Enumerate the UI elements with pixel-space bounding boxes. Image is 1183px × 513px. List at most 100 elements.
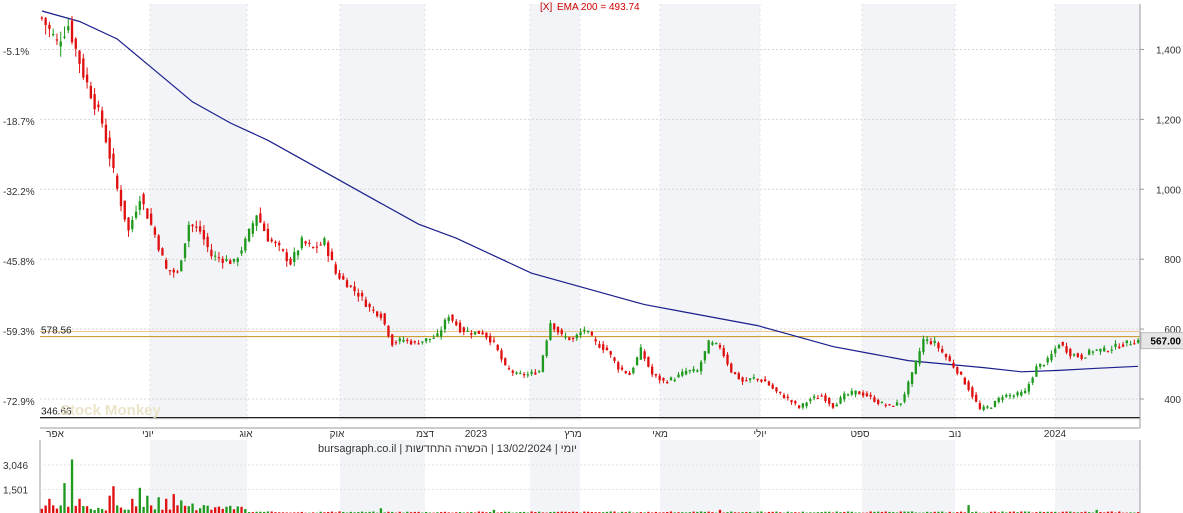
candle-body [545, 340, 548, 356]
candle-body [861, 392, 865, 396]
candle-body [899, 403, 902, 405]
candle-body [586, 330, 590, 333]
candle-body [44, 17, 47, 25]
y-right-tick-label: 800 [1164, 255, 1181, 266]
candle-body [1054, 348, 1057, 354]
candle-body [1039, 363, 1042, 367]
x-tick-label: מרץ [564, 429, 581, 440]
candle-body [537, 371, 541, 373]
candle-body [259, 213, 262, 223]
volume-bar [168, 509, 172, 513]
candle-body [553, 323, 556, 330]
volume-band [1055, 440, 1140, 513]
candle-body [278, 242, 281, 246]
candle-body [530, 371, 533, 374]
candle-body [756, 378, 759, 381]
volume-band [862, 440, 955, 513]
candle-body [462, 327, 465, 332]
candle-body [345, 280, 349, 288]
candle-body [647, 356, 650, 367]
candle-body [726, 354, 729, 365]
candle-body [274, 241, 277, 244]
candle-body [289, 258, 292, 265]
candle-body [247, 228, 251, 242]
volume-bar [85, 506, 89, 513]
candle-body [696, 370, 699, 372]
candle-body [895, 402, 899, 406]
candle-body [1001, 397, 1004, 400]
candle-body [319, 244, 322, 246]
volume-bar [172, 494, 175, 513]
candle-body [1069, 348, 1072, 357]
volume-bar [244, 509, 247, 513]
candle-body [131, 219, 134, 230]
candle-body [779, 391, 782, 393]
x-tick-label: אפר [46, 429, 64, 440]
candle-body [522, 373, 526, 376]
volume-bar [214, 507, 217, 513]
candle-body [78, 50, 81, 64]
candle-body [504, 358, 507, 366]
candle-body [1031, 377, 1034, 383]
candle-body [620, 367, 624, 370]
volume-bar [379, 508, 383, 513]
volume-bar [232, 509, 236, 513]
candle-body [281, 249, 285, 251]
x-tick-label: ספט [850, 429, 870, 440]
candle-body [805, 402, 808, 407]
candle-body [108, 137, 111, 159]
candle-body [741, 377, 744, 382]
x-tick-label: 2023 [465, 429, 488, 440]
candle-body [202, 230, 206, 240]
candle-body [993, 400, 997, 407]
candle-body [372, 309, 375, 311]
candle-body [1020, 391, 1023, 396]
candle-body [1061, 341, 1064, 346]
candle-body [172, 269, 175, 273]
candle-body [752, 377, 756, 379]
candle-body [342, 275, 345, 280]
candle-body [963, 377, 966, 385]
volume-bar [55, 508, 59, 513]
candle-body [974, 394, 978, 402]
candle-body [1065, 346, 1068, 353]
volume-bar [217, 506, 221, 513]
candle-body [74, 38, 77, 49]
legend-marker[interactable]: [X] [540, 2, 552, 13]
candle-body [1027, 384, 1031, 392]
candle-body [221, 258, 224, 263]
volume-bar [97, 507, 100, 513]
volume-bar [82, 506, 85, 513]
candle-body [820, 395, 823, 397]
candle-body [48, 24, 51, 29]
candle-body [391, 334, 394, 346]
candle-body [153, 227, 157, 235]
candle-body [760, 379, 763, 382]
candle-body [229, 260, 232, 265]
candle-body [511, 370, 514, 373]
candle-body [1091, 351, 1095, 353]
candle-body [492, 340, 496, 342]
candle-body [52, 33, 55, 36]
candle-body [285, 252, 288, 262]
candle-body [892, 405, 895, 407]
candle-body [624, 371, 627, 374]
candle-body [568, 337, 571, 340]
volume-bar [225, 506, 228, 513]
candle-body [880, 402, 884, 404]
candle-body [123, 200, 126, 220]
candle-body [541, 355, 545, 372]
candle-body [357, 292, 360, 297]
candle-body [1005, 394, 1008, 397]
x-tick-label: יוני [142, 429, 154, 440]
candle-body [70, 20, 74, 43]
candle-body [786, 396, 789, 399]
candle-body [594, 339, 597, 342]
candle-body [632, 367, 635, 374]
x-tick-label: יולי [753, 428, 766, 440]
candle-body [489, 335, 492, 343]
volume-bar [116, 505, 119, 513]
candle-body [308, 242, 311, 244]
candle-body [794, 401, 797, 404]
stock-chart: 578.56346.66 4006008001,0001,2001,400-5.… [3, 2, 1183, 513]
